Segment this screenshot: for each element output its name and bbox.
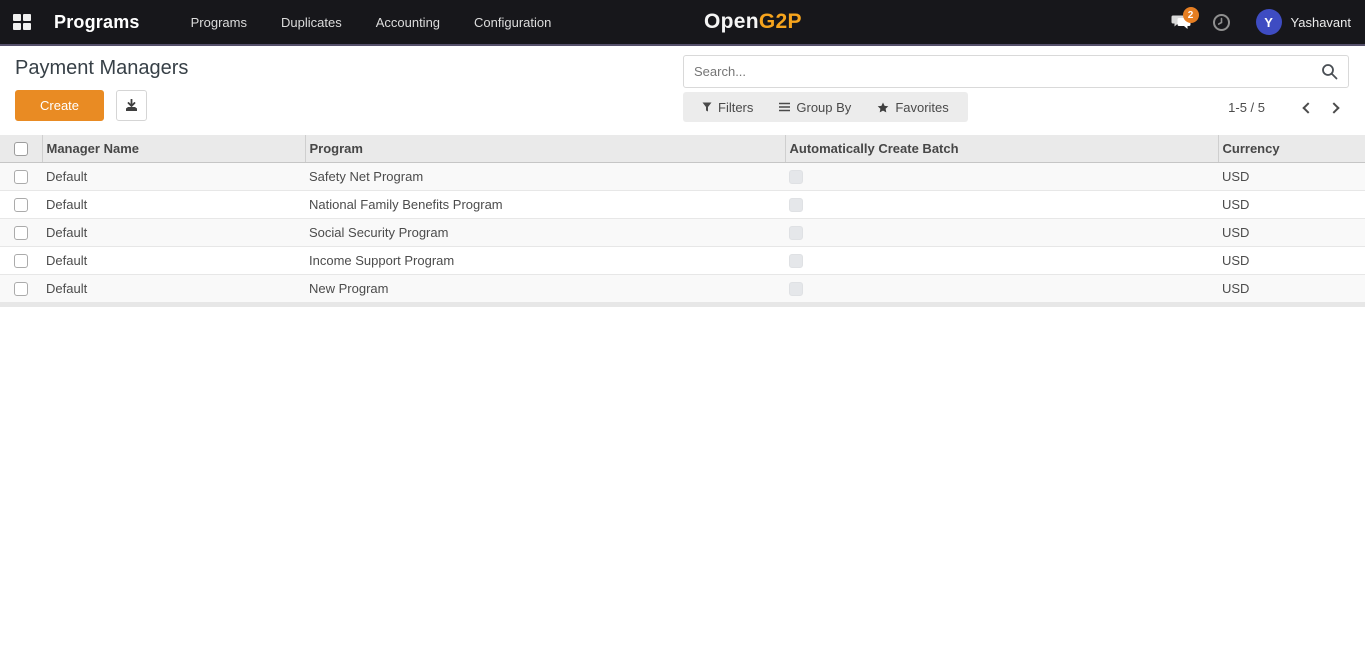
cell-manager-name: Default — [42, 246, 305, 274]
cell-currency: USD — [1218, 274, 1365, 302]
user-menu[interactable]: Y Yashavant — [1256, 9, 1351, 35]
clock-icon — [1212, 13, 1231, 32]
row-select-checkbox[interactable] — [14, 282, 28, 296]
auto-create-batch-checkbox — [789, 254, 803, 268]
column-header-auto-create-batch[interactable]: Automatically Create Batch — [785, 135, 1218, 162]
row-select-checkbox[interactable] — [14, 254, 28, 268]
star-icon — [877, 102, 889, 113]
column-header-manager-name[interactable]: Manager Name — [42, 135, 305, 162]
cell-manager-name: Default — [42, 190, 305, 218]
auto-create-batch-checkbox — [789, 282, 803, 296]
row-select-checkbox[interactable] — [14, 226, 28, 240]
favorites-button[interactable]: Favorites — [864, 92, 961, 122]
cell-program: Social Security Program — [305, 218, 785, 246]
table-header: Manager Name Program Automatically Creat… — [0, 135, 1365, 162]
user-avatar: Y — [1256, 9, 1282, 35]
favorites-label: Favorites — [895, 100, 948, 115]
row-select-checkbox[interactable] — [14, 198, 28, 212]
table-row[interactable]: Default National Family Benefits Program… — [0, 190, 1365, 218]
pager: 1-5 / 5 — [1228, 92, 1347, 122]
filters-label: Filters — [718, 100, 753, 115]
control-panel: Payment Managers Create Filters — [0, 46, 1365, 135]
menu-item-programs[interactable]: Programs — [174, 1, 264, 44]
table-row[interactable]: Default Social Security Program USD — [0, 218, 1365, 246]
auto-create-batch-checkbox — [789, 226, 803, 240]
table-row[interactable]: Default New Program USD — [0, 274, 1365, 302]
cell-currency: USD — [1218, 218, 1365, 246]
cell-manager-name: Default — [42, 218, 305, 246]
group-by-icon — [779, 102, 790, 112]
group-by-label: Group By — [796, 100, 851, 115]
messages-badge: 2 — [1183, 7, 1199, 23]
pager-previous-button[interactable] — [1295, 95, 1317, 119]
search-input[interactable] — [684, 56, 1317, 87]
cell-currency: USD — [1218, 190, 1365, 218]
cell-currency: USD — [1218, 162, 1365, 190]
cell-program: New Program — [305, 274, 785, 302]
table-row[interactable]: Default Income Support Program USD — [0, 246, 1365, 274]
cell-program: Income Support Program — [305, 246, 785, 274]
logo-text-open: Open — [704, 10, 759, 34]
auto-create-batch-checkbox — [789, 170, 803, 184]
pager-range: 1-5 / 5 — [1228, 100, 1265, 115]
filter-icon — [702, 102, 712, 112]
search-submit-button[interactable] — [1317, 63, 1348, 80]
apps-grid-icon — [13, 14, 31, 30]
user-name: Yashavant — [1291, 15, 1351, 30]
action-buttons: Create — [15, 90, 147, 121]
messages-button[interactable]: 2 — [1166, 6, 1198, 38]
pager-next-button[interactable] — [1325, 95, 1347, 119]
menu-item-accounting[interactable]: Accounting — [359, 1, 457, 44]
cell-manager-name: Default — [42, 274, 305, 302]
payment-managers-table: Manager Name Program Automatically Creat… — [0, 135, 1365, 303]
menu-item-duplicates[interactable]: Duplicates — [264, 1, 359, 44]
table-row[interactable]: Default Safety Net Program USD — [0, 162, 1365, 190]
chevron-right-icon — [1328, 102, 1339, 113]
column-header-program[interactable]: Program — [305, 135, 785, 162]
export-button[interactable] — [116, 90, 147, 121]
activities-button[interactable] — [1206, 6, 1238, 38]
chevron-left-icon — [1302, 102, 1313, 113]
download-icon — [125, 99, 138, 112]
auto-create-batch-checkbox — [789, 198, 803, 212]
page-title: Payment Managers — [15, 57, 188, 80]
main-menu: Programs Duplicates Accounting Configura… — [174, 1, 569, 44]
menu-item-configuration[interactable]: Configuration — [457, 1, 568, 44]
app-brand-title[interactable]: Programs — [54, 12, 140, 33]
filters-button[interactable]: Filters — [689, 92, 766, 122]
openg2p-logo: OpenG2P — [704, 0, 802, 44]
row-select-checkbox[interactable] — [14, 170, 28, 184]
cell-currency: USD — [1218, 246, 1365, 274]
column-header-currency[interactable]: Currency — [1218, 135, 1365, 162]
search-box — [683, 55, 1349, 88]
logo-text-g2p: G2P — [759, 10, 802, 34]
apps-menu-button[interactable] — [2, 0, 42, 44]
cell-program: Safety Net Program — [305, 162, 785, 190]
top-navbar: Programs Programs Duplicates Accounting … — [0, 0, 1365, 46]
cell-manager-name: Default — [42, 162, 305, 190]
search-icon — [1321, 63, 1338, 80]
create-button[interactable]: Create — [15, 90, 104, 121]
cell-program: National Family Benefits Program — [305, 190, 785, 218]
select-all-checkbox[interactable] — [14, 142, 28, 156]
navbar-right-section: 2 Y Yashavant — [1166, 6, 1365, 38]
payment-managers-table-body: Default Safety Net Program USD Default N… — [0, 162, 1365, 302]
group-by-button[interactable]: Group By — [766, 92, 864, 122]
table-end-divider — [0, 303, 1365, 307]
filter-toolbar: Filters Group By Favorites — [683, 92, 968, 122]
